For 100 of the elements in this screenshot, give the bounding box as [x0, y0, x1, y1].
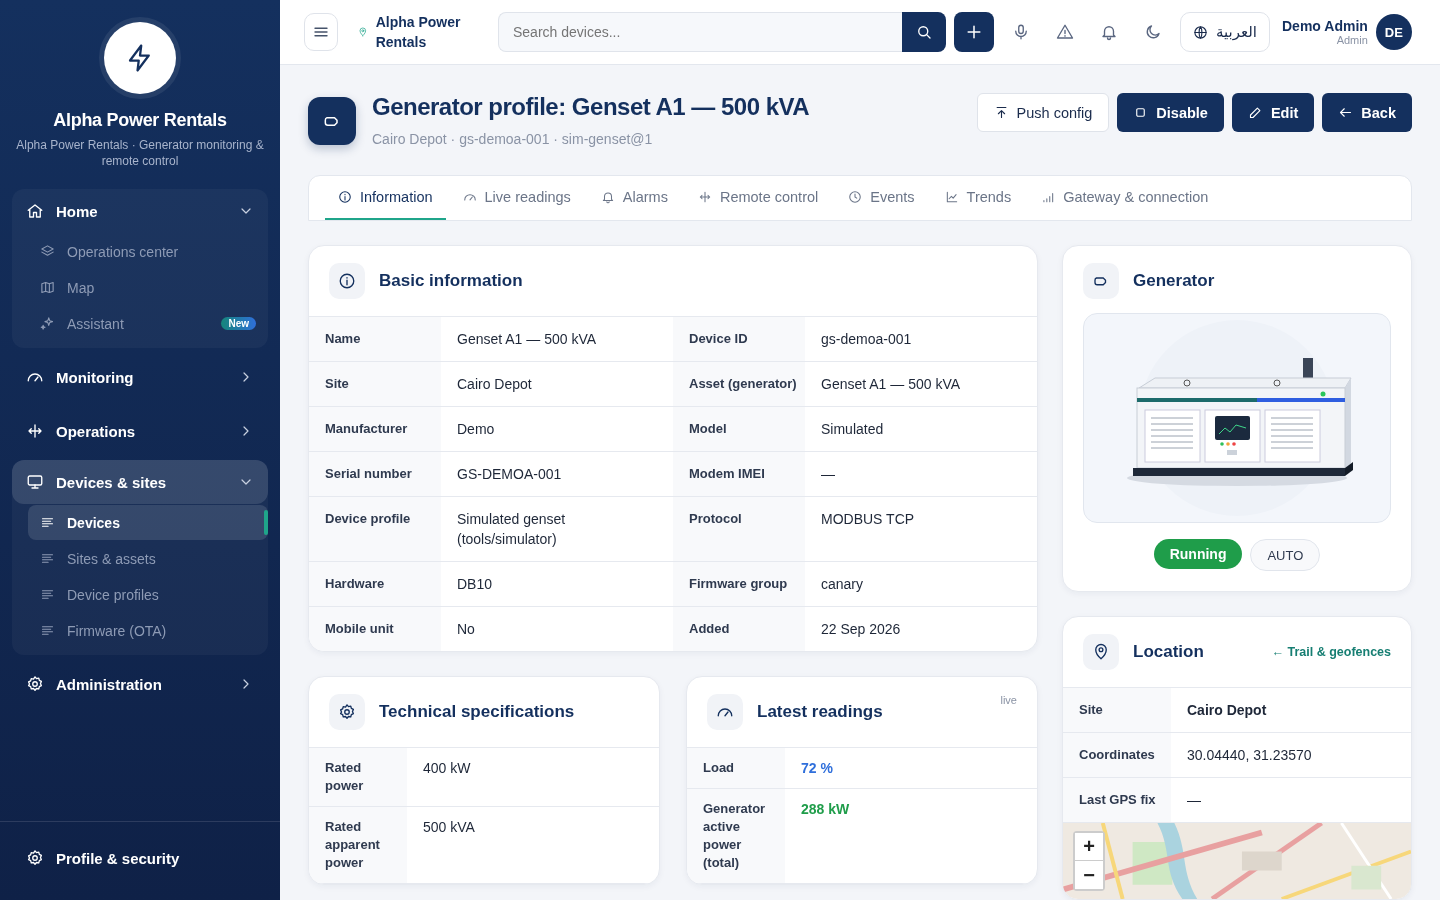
field-label: Asset (generator) [673, 362, 805, 406]
field-value: Simulated genset (tools/simulator) [456, 510, 567, 549]
list-icon [40, 623, 55, 638]
card-title: Technical specifications [379, 702, 576, 722]
field-value: 400 kW [422, 759, 472, 778]
nav-subitem[interactable]: Map [28, 270, 268, 305]
field-value: No [456, 620, 476, 639]
home-icon [26, 202, 44, 220]
list-icon [40, 551, 55, 566]
tab[interactable]: Trends [931, 176, 1025, 220]
gear-icon [26, 675, 44, 693]
clock-icon [848, 190, 863, 204]
field-label: Mobile unit [309, 607, 441, 651]
field-label: Manufacturer [309, 407, 441, 451]
card-title: Location [1133, 642, 1205, 662]
field-label: Name [309, 317, 441, 361]
field-value: Genset A1 — 500 kVA [456, 330, 598, 349]
pin-icon [358, 26, 368, 38]
nav-item[interactable]: Administration [12, 662, 268, 706]
field-label: Last GPS fix [1063, 778, 1171, 822]
upload-icon [993, 105, 1009, 120]
list-icon [40, 515, 55, 530]
list-icon [40, 587, 55, 602]
signal-icon [1041, 190, 1056, 204]
field-label: Coordinates [1063, 733, 1171, 777]
brand-name: Alpha Power Rentals [53, 110, 227, 131]
tab[interactable]: Information [325, 176, 446, 220]
brand-tagline: Alpha Power Rentals · Generator monitoring & remote control [16, 137, 264, 169]
field-value: — [1186, 791, 1202, 810]
map-icon [40, 280, 55, 295]
field-label: Site [309, 362, 441, 406]
mode-pill: AUTO [1250, 539, 1321, 571]
nav-item[interactable]: Monitoring [12, 355, 268, 399]
location-label: Alpha Power Rentals [375, 13, 462, 52]
avatar[interactable]: DE [1375, 14, 1412, 50]
sparkles-icon [40, 316, 55, 331]
user-role: Admin [1336, 34, 1368, 46]
field-value: 30.04440, 31.23570 [1186, 746, 1313, 765]
nav-subitem[interactable]: Assistant New [28, 306, 268, 341]
action-button[interactable]: Edit [1231, 93, 1315, 132]
field-label: Site [1063, 688, 1171, 732]
bell-icon [600, 190, 615, 204]
status-pill: Running [1153, 539, 1243, 569]
search-icon [915, 23, 933, 41]
field-value: 500 kVA [422, 818, 476, 837]
nav-subitem[interactable]: Operations center [28, 234, 268, 269]
field-value: Genset A1 — 500 kVA [820, 375, 962, 394]
move-icon [697, 190, 712, 204]
arrow-left-icon [1338, 105, 1354, 120]
gear-icon [338, 703, 356, 721]
info-icon [338, 272, 356, 290]
nav-subitem[interactable]: Devices [28, 505, 268, 540]
nav-subitem[interactable]: Sites & assets [28, 541, 268, 576]
field-value: Cairo Depot [456, 375, 533, 394]
field-label: Rated apparent power [309, 807, 407, 883]
page-title: Generator profile: Genset A1 — 500 kVA [372, 93, 811, 121]
field-value: GS-DEMOA-001 [456, 465, 563, 484]
warning-icon [1056, 23, 1074, 41]
card-title: Latest readings [757, 702, 884, 722]
field-label: Modem IMEI [673, 452, 805, 496]
layers-icon [40, 244, 55, 259]
tab[interactable]: Live readings [449, 176, 584, 220]
field-label: Protocol [673, 497, 805, 561]
monitor-icon [26, 473, 44, 491]
field-value: canary [820, 575, 865, 594]
nav-item[interactable]: Home [12, 189, 268, 233]
add-button[interactable] [954, 12, 994, 52]
menu-button[interactable] [304, 13, 338, 51]
reading-value: 72 % [800, 759, 834, 778]
tab[interactable]: Gateway & connection [1028, 176, 1222, 220]
chart-icon [944, 190, 959, 204]
info-icon [338, 190, 352, 204]
nav-item[interactable]: Profile & security [12, 836, 268, 880]
mic-icon [1012, 23, 1030, 41]
field-value: Simulated [820, 420, 885, 439]
user-name: Demo Admin [1282, 18, 1368, 34]
field-value: DB10 [456, 575, 494, 594]
page-subtitle: Cairo Depot · gs-demoa-001 · sim-genset@1 [372, 131, 654, 147]
pin-icon [1092, 643, 1110, 661]
tab[interactable]: Alarms [587, 176, 681, 220]
search-button[interactable] [902, 12, 946, 52]
nav-item[interactable]: Devices & sites [12, 460, 268, 504]
field-value: Cairo Depot [1186, 701, 1268, 720]
search-field[interactable]: Search devices... [498, 12, 902, 52]
action-button[interactable]: Disable [1117, 93, 1224, 132]
zoom-in-button[interactable]: + [1075, 833, 1103, 861]
new-badge: New [221, 317, 256, 330]
nav-subitem[interactable]: Firmware (OTA) [28, 613, 268, 648]
trail-link[interactable]: ← Trail & geofences [1271, 645, 1391, 659]
field-label: Serial number [309, 452, 441, 496]
action-button[interactable]: Push config [976, 93, 1110, 132]
language-button[interactable]: العربية [1180, 12, 1270, 52]
field-label: Added [673, 607, 805, 651]
nav-item[interactable]: Operations [12, 409, 268, 453]
field-value: 22 Sep 2026 [820, 620, 902, 639]
tab[interactable]: Events [835, 176, 928, 220]
action-button[interactable]: Back [1322, 93, 1412, 132]
globe-icon [1193, 24, 1208, 40]
tab[interactable]: Remote control [684, 176, 832, 220]
nav-subitem[interactable]: Device profiles [28, 577, 268, 612]
